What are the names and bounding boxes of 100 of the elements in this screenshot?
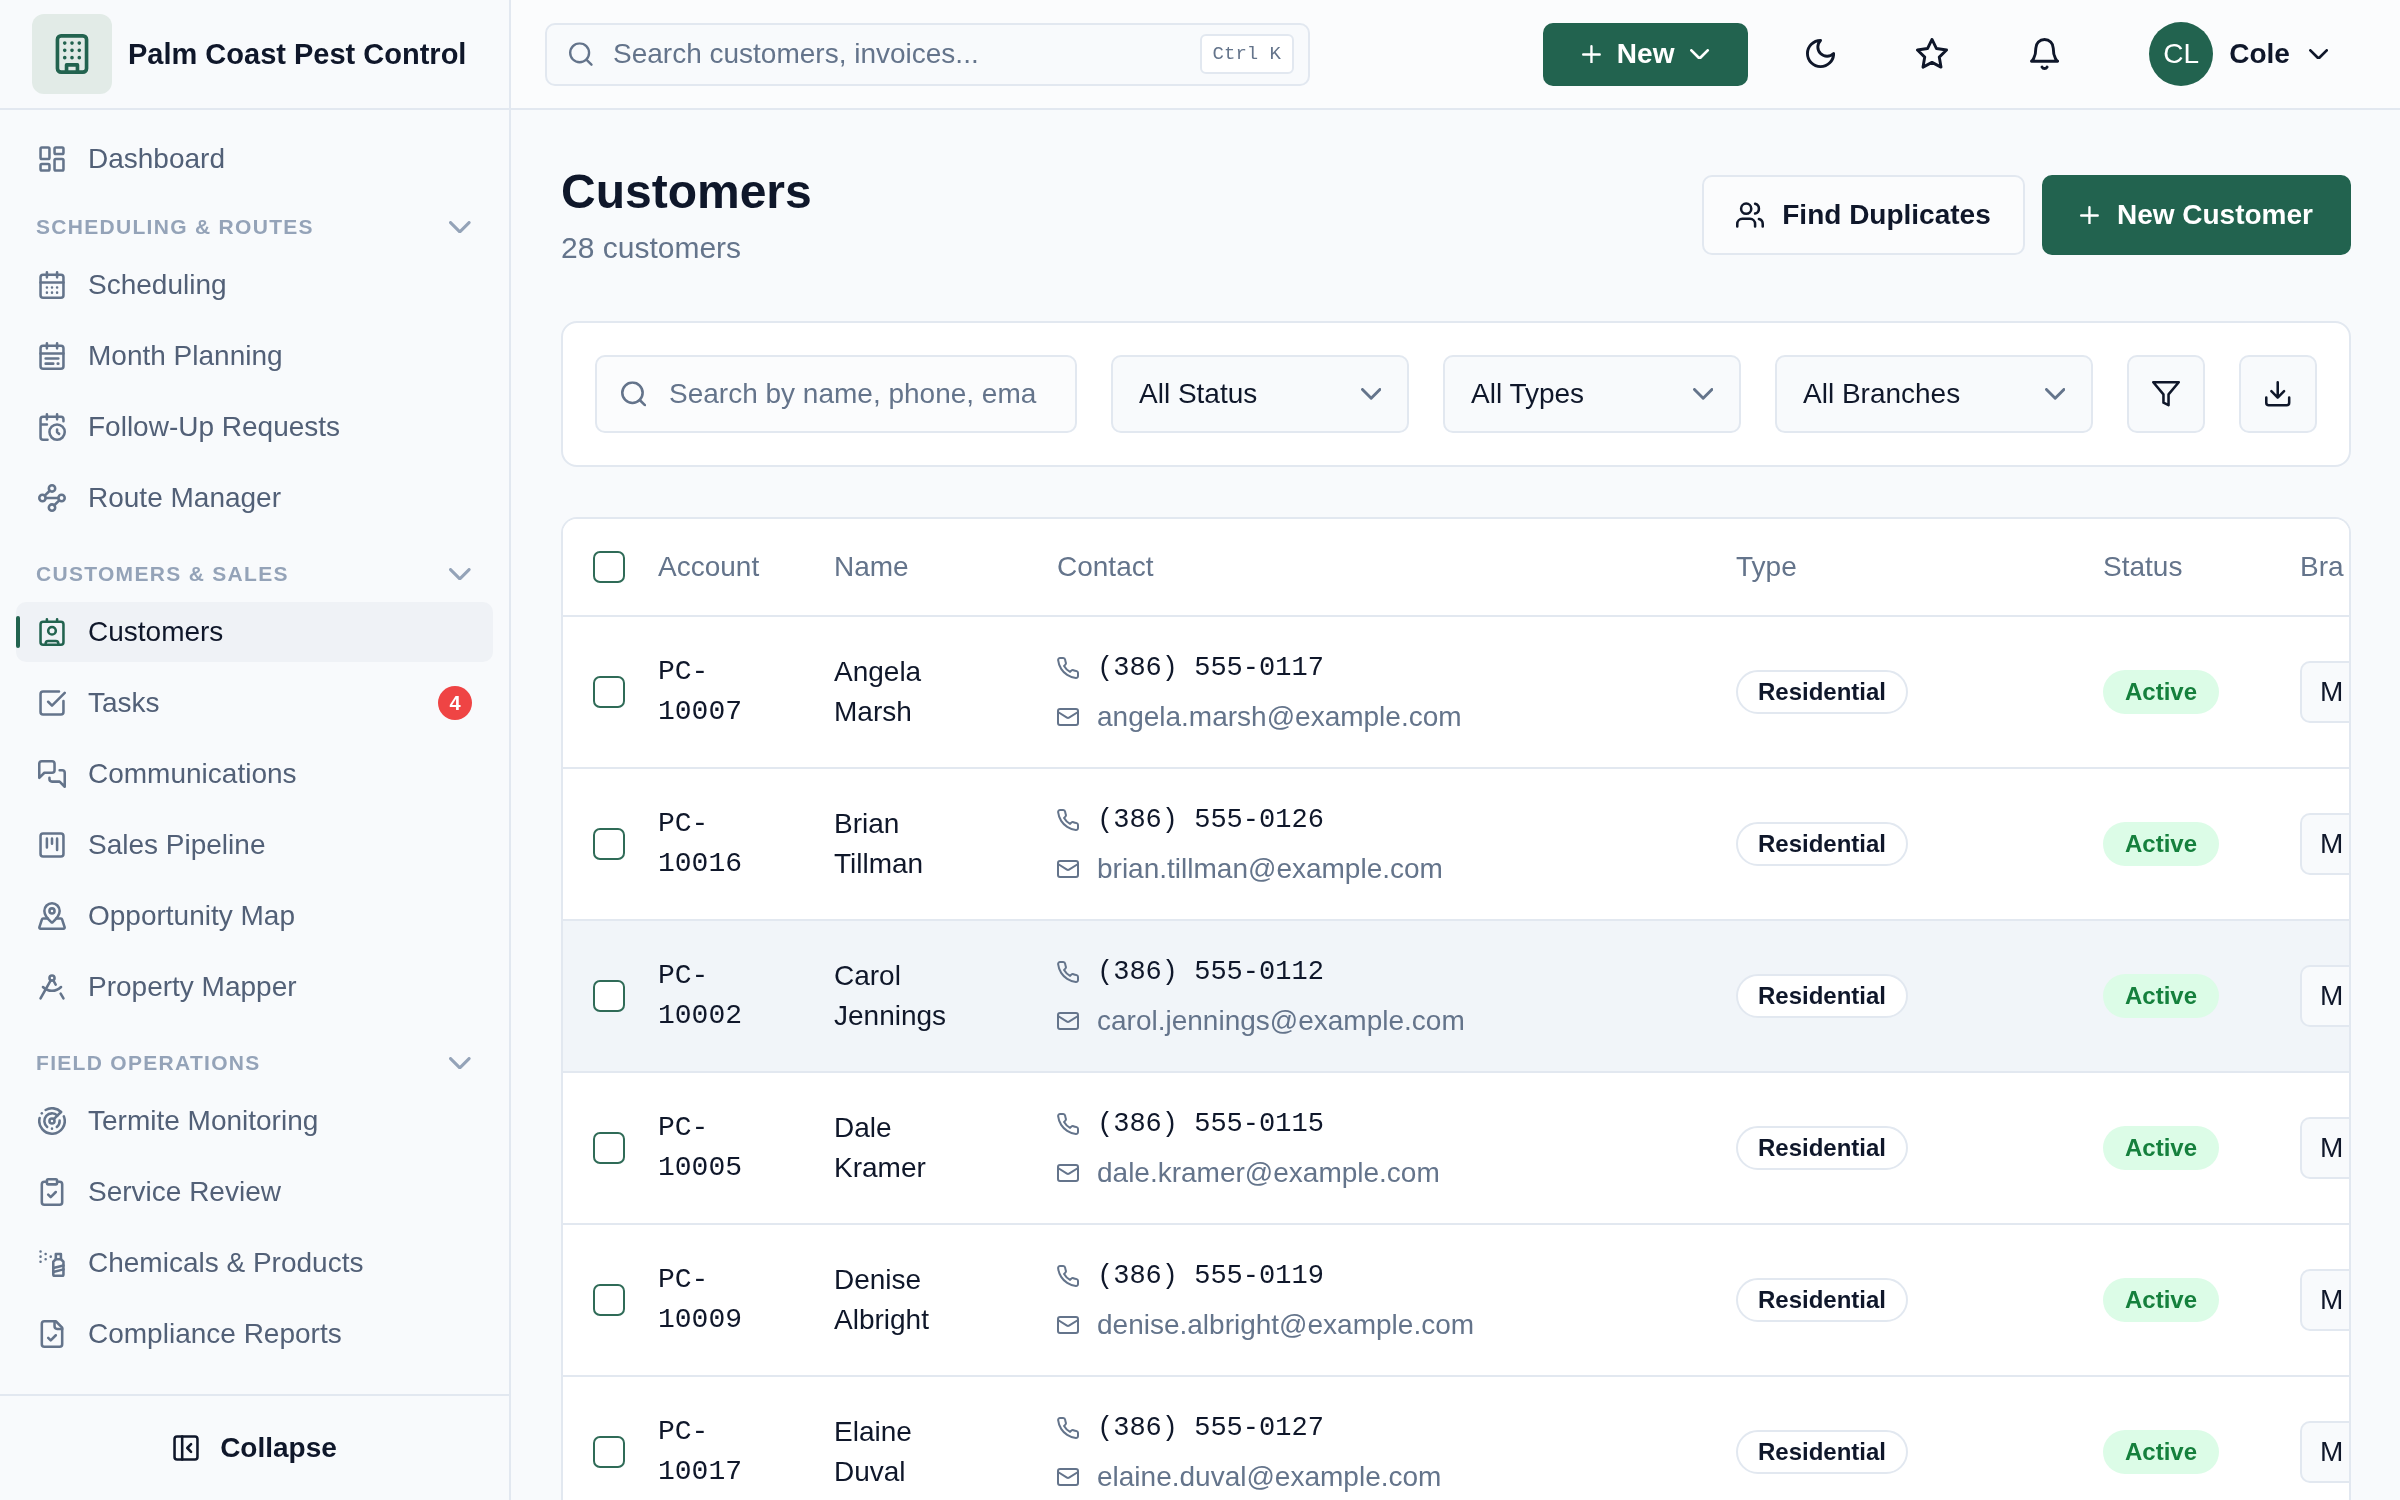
sidebar-item[interactable]: Dashboard: [16, 129, 493, 189]
customer-name: Elaine Duval: [834, 1415, 913, 1489]
kanban-board-icon: [38, 831, 66, 859]
sidebar-item[interactable]: Service Review: [16, 1162, 493, 1222]
sidebar-item[interactable]: Communications: [16, 744, 493, 804]
sidebar-panel-icon: [172, 1434, 201, 1462]
new-button[interactable]: New: [1543, 22, 1749, 86]
user-avatar: CL: [2149, 22, 2214, 86]
spray-can-icon: [38, 1249, 66, 1277]
customer-name: Denise Albright: [834, 1263, 930, 1337]
user-menu-button[interactable]: CL Cole: [2149, 22, 2328, 86]
account-number: PC-10002: [658, 959, 743, 1033]
radar-icon: [38, 1107, 66, 1135]
count-badge: 4: [438, 686, 472, 720]
calendar-icon: [38, 271, 66, 299]
row-checkbox[interactable]: [593, 828, 625, 860]
phone-number: (386) 555-0119: [1097, 1259, 1324, 1293]
account-number: PC-10016: [658, 807, 743, 881]
contact-card-icon: [38, 618, 66, 646]
sidebar-item[interactable]: Compliance Reports: [16, 1304, 493, 1364]
dashboard-grid-icon: [38, 145, 66, 173]
filter-dropdown[interactable]: All Types: [1443, 355, 1741, 433]
download-button[interactable]: [2239, 355, 2317, 433]
filter-dropdown[interactable]: All Status: [1111, 355, 1409, 433]
funnel-icon: [2152, 381, 2180, 407]
phone-icon: [1057, 1264, 1079, 1287]
chevron-down-icon: [1690, 48, 1710, 60]
status-tag: Active: [2103, 974, 2220, 1018]
customer-name: Angela Marsh: [834, 655, 923, 729]
filter-dropdown[interactable]: All Branches: [1775, 355, 2093, 433]
sidebar-item[interactable]: Sales Pipeline: [16, 815, 493, 875]
email-address: carol.jennings@example.com: [1097, 1003, 1465, 1038]
select-all-checkbox[interactable]: [593, 551, 625, 583]
drafting-compass-icon: [38, 973, 66, 1001]
phone-number: (386) 555-0112: [1097, 955, 1324, 989]
collapse-button[interactable]: Collapse: [172, 1432, 337, 1464]
phone-icon: [1057, 960, 1079, 983]
sidebar-item[interactable]: Customers: [16, 602, 493, 662]
phone-number: (386) 555-0126: [1097, 803, 1324, 837]
mail-icon: [1057, 1467, 1079, 1486]
column-header: Type: [1736, 551, 1798, 583]
sidebar-item[interactable]: Month Planning: [16, 326, 493, 386]
type-tag: Residential: [1736, 974, 1909, 1018]
status-tag: Active: [2103, 1126, 2220, 1170]
email-address: brian.tillman@example.com: [1097, 851, 1443, 886]
email-address: denise.albright@example.com: [1097, 1307, 1475, 1342]
branch-tag: M: [2300, 661, 2349, 723]
row-checkbox[interactable]: [593, 980, 625, 1012]
sidebar-item[interactable]: Opportunity Map: [16, 886, 493, 946]
mail-icon: [1057, 859, 1079, 878]
plus-icon: [2080, 205, 2099, 225]
star-icon: [1916, 38, 1949, 70]
route-nodes-icon: [38, 484, 66, 512]
check-square-icon: [38, 689, 66, 717]
status-tag: Active: [2103, 822, 2220, 866]
mail-icon: [1057, 1315, 1079, 1334]
phone-number: (386) 555-0115: [1097, 1107, 1324, 1141]
customer-name: Brian Tillman: [834, 807, 925, 881]
branch-tag: M: [2300, 1269, 2349, 1331]
account-number: PC-10009: [658, 1263, 743, 1337]
new-customer-button[interactable]: New Customer: [2042, 175, 2351, 255]
column-header: Name: [834, 551, 910, 583]
sidebar-item[interactable]: Route Manager: [16, 468, 493, 528]
calendar-icon: [38, 342, 66, 370]
sidebar-item[interactable]: Scheduling: [16, 255, 493, 315]
row-checkbox[interactable]: [593, 1436, 625, 1468]
table-row[interactable]: PC-10002 Carol Jennings (386) 555-0112 carol.jennings@example.com Residential Active M: [563, 921, 2349, 1073]
column-header: Contact: [1057, 551, 1155, 583]
email-address: elaine.duval@example.com: [1097, 1459, 1442, 1494]
sidebar-item[interactable]: Tasks 4: [16, 673, 493, 733]
chevron-down-icon: [1360, 388, 1381, 400]
plus-icon: [1581, 44, 1601, 64]
download-icon: [2265, 381, 2291, 407]
sidebar-item[interactable]: Chemicals & Products: [16, 1233, 493, 1293]
customer-search-field[interactable]: Search by name, phone, ema: [595, 355, 1077, 433]
mail-icon: [1057, 1011, 1079, 1030]
status-tag: Active: [2103, 670, 2220, 714]
row-checkbox[interactable]: [593, 676, 625, 708]
search-icon: [569, 42, 593, 66]
status-tag: Active: [2103, 1278, 2220, 1322]
sidebar-item[interactable]: Termite Monitoring: [16, 1091, 493, 1151]
mail-icon: [1057, 1163, 1079, 1182]
filter-button[interactable]: [2127, 355, 2205, 433]
search-icon: [621, 381, 647, 407]
clipboard-check-icon: [38, 1178, 66, 1206]
row-checkbox[interactable]: [593, 1132, 625, 1164]
chevron-down-icon: [1692, 388, 1713, 400]
type-tag: Residential: [1736, 1278, 1909, 1322]
sidebar-item[interactable]: Follow-Up Requests: [16, 397, 493, 457]
row-checkbox[interactable]: [593, 1284, 625, 1316]
find-duplicates-button[interactable]: Find Duplicates: [1702, 175, 2025, 255]
mail-icon: [1057, 707, 1079, 726]
column-header: Account: [658, 551, 761, 583]
branch-tag: M: [2300, 813, 2349, 875]
bell-icon: [2029, 38, 2059, 70]
customer-name: Dale Kramer: [834, 1111, 927, 1185]
account-number: PC-10017: [658, 1415, 743, 1489]
column-header: Status: [2103, 551, 2184, 583]
sidebar-item[interactable]: Property Mapper: [16, 957, 493, 1017]
status-tag: Active: [2103, 1430, 2220, 1474]
